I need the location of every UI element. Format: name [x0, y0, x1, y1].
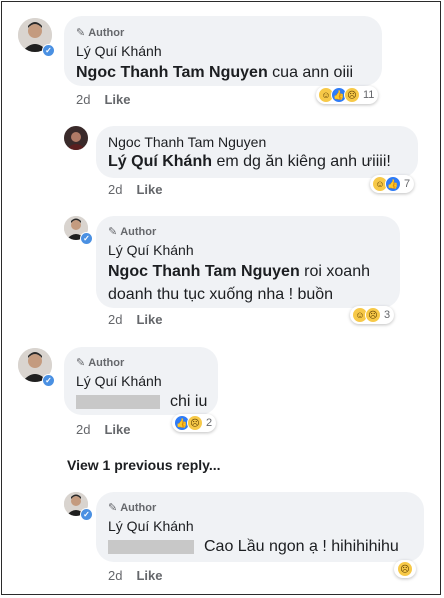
reaction-summary[interactable]: ☺ 👍 7 [370, 175, 415, 193]
like-button[interactable]: Like [104, 92, 130, 107]
sad-reaction-icon: ☹ [187, 415, 203, 431]
pencil-icon: ✎ [108, 226, 118, 238]
sad-reaction-icon: ☹ [365, 307, 381, 323]
comment-bubble: ✎ Author Lý Quí Khánh Ngoc Thanh Tam Nguy… [64, 16, 382, 86]
reaction-summary[interactable]: 👍 ☹ 2 [172, 414, 217, 432]
like-button[interactable]: Like [104, 422, 130, 437]
pencil-icon: ✎ [76, 27, 86, 39]
timestamp[interactable]: 2d [76, 422, 90, 437]
verified-badge-icon: ✓ [80, 508, 93, 521]
commenter-name[interactable]: Lý Quí Khánh [108, 242, 194, 258]
timestamp[interactable]: 2d [76, 92, 90, 107]
like-button[interactable]: Like [136, 312, 162, 327]
pencil-icon: ✎ [108, 502, 118, 514]
avatar-image [64, 126, 88, 150]
reaction-summary[interactable]: ☺ 👍 ☹ 11 [316, 86, 379, 104]
redacted-mention [108, 539, 194, 554]
mention-link[interactable]: Ngoc Thanh Tam Nguyen [108, 263, 300, 280]
view-previous-replies-link[interactable]: View 1 previous reply... [67, 457, 221, 473]
comment-text: chi iu [76, 390, 207, 413]
timestamp[interactable]: 2d [108, 182, 122, 197]
verified-badge-icon: ✓ [42, 44, 55, 57]
comment-text: Ngoc Thanh Tam Nguyen roi xoanh doanh th… [108, 260, 394, 306]
author-badge: ✎ Author [108, 502, 157, 514]
author-badge: ✎ Author [108, 226, 157, 238]
author-badge: ✎ Author [76, 27, 125, 39]
comment-meta: 2d Like [76, 92, 130, 107]
comment-bubble: ✎ Author Lý Quí Khánh Cao Lầu ngon ạ ! hi… [96, 492, 424, 562]
sad-reaction-icon: ☹ [344, 87, 360, 103]
timestamp[interactable]: 2d [108, 568, 122, 583]
mention-link[interactable]: Ngoc Thanh Tam Nguyen [76, 64, 268, 81]
verified-badge-icon: ✓ [80, 232, 93, 245]
redacted-mention [76, 394, 160, 409]
commenter-name[interactable]: Lý Quí Khánh [76, 373, 162, 389]
comment-text: Ngoc Thanh Tam Nguyen cua ann oiii [76, 64, 354, 81]
comment-bubble: Ngoc Thanh Tam Nguyen Lý Quí Khánh em dg… [96, 126, 418, 178]
author-badge: ✎ Author [76, 357, 125, 369]
comment-text: Cao Lầu ngon ạ ! hihihihihu [108, 535, 399, 558]
comment-meta: 2d Like [108, 182, 162, 197]
like-reaction-icon: 👍 [385, 176, 401, 192]
commenter-name[interactable]: Lý Quí Khánh [76, 43, 162, 59]
reaction-count: 3 [384, 309, 391, 321]
like-button[interactable]: Like [136, 568, 162, 583]
pencil-icon: ✎ [76, 357, 86, 369]
comment-meta: 2d Like [108, 568, 162, 583]
reaction-summary[interactable]: ☹ [394, 560, 416, 578]
mention-link[interactable]: Lý Quí Khánh [108, 153, 212, 170]
commenter-name[interactable]: Lý Quí Khánh [108, 518, 194, 534]
comment-bubble: ✎ Author Lý Quí Khánh Ngoc Thanh Tam Nguy… [96, 216, 400, 308]
comment-text-line2: doanh thu tục xuống nha ! buồn [108, 286, 334, 303]
comment-meta: 2d Like [76, 422, 130, 437]
like-button[interactable]: Like [136, 182, 162, 197]
reaction-count: 7 [404, 178, 411, 190]
reaction-count: 2 [206, 417, 213, 429]
sad-reaction-icon: ☹ [397, 561, 413, 577]
comment-text: Lý Quí Khánh em dg ăn kiêng anh ưiiii! [108, 153, 391, 170]
reaction-count: 11 [363, 89, 375, 101]
comment-bubble: ✎ Author Lý Quí Khánh chi iu [64, 347, 218, 415]
comment-meta: 2d Like [108, 312, 162, 327]
commenter-name[interactable]: Ngoc Thanh Tam Nguyen [108, 134, 266, 150]
avatar[interactable] [64, 126, 88, 150]
reaction-summary[interactable]: ☺ ☹ 3 [350, 306, 395, 324]
verified-badge-icon: ✓ [42, 374, 55, 387]
timestamp[interactable]: 2d [108, 312, 122, 327]
